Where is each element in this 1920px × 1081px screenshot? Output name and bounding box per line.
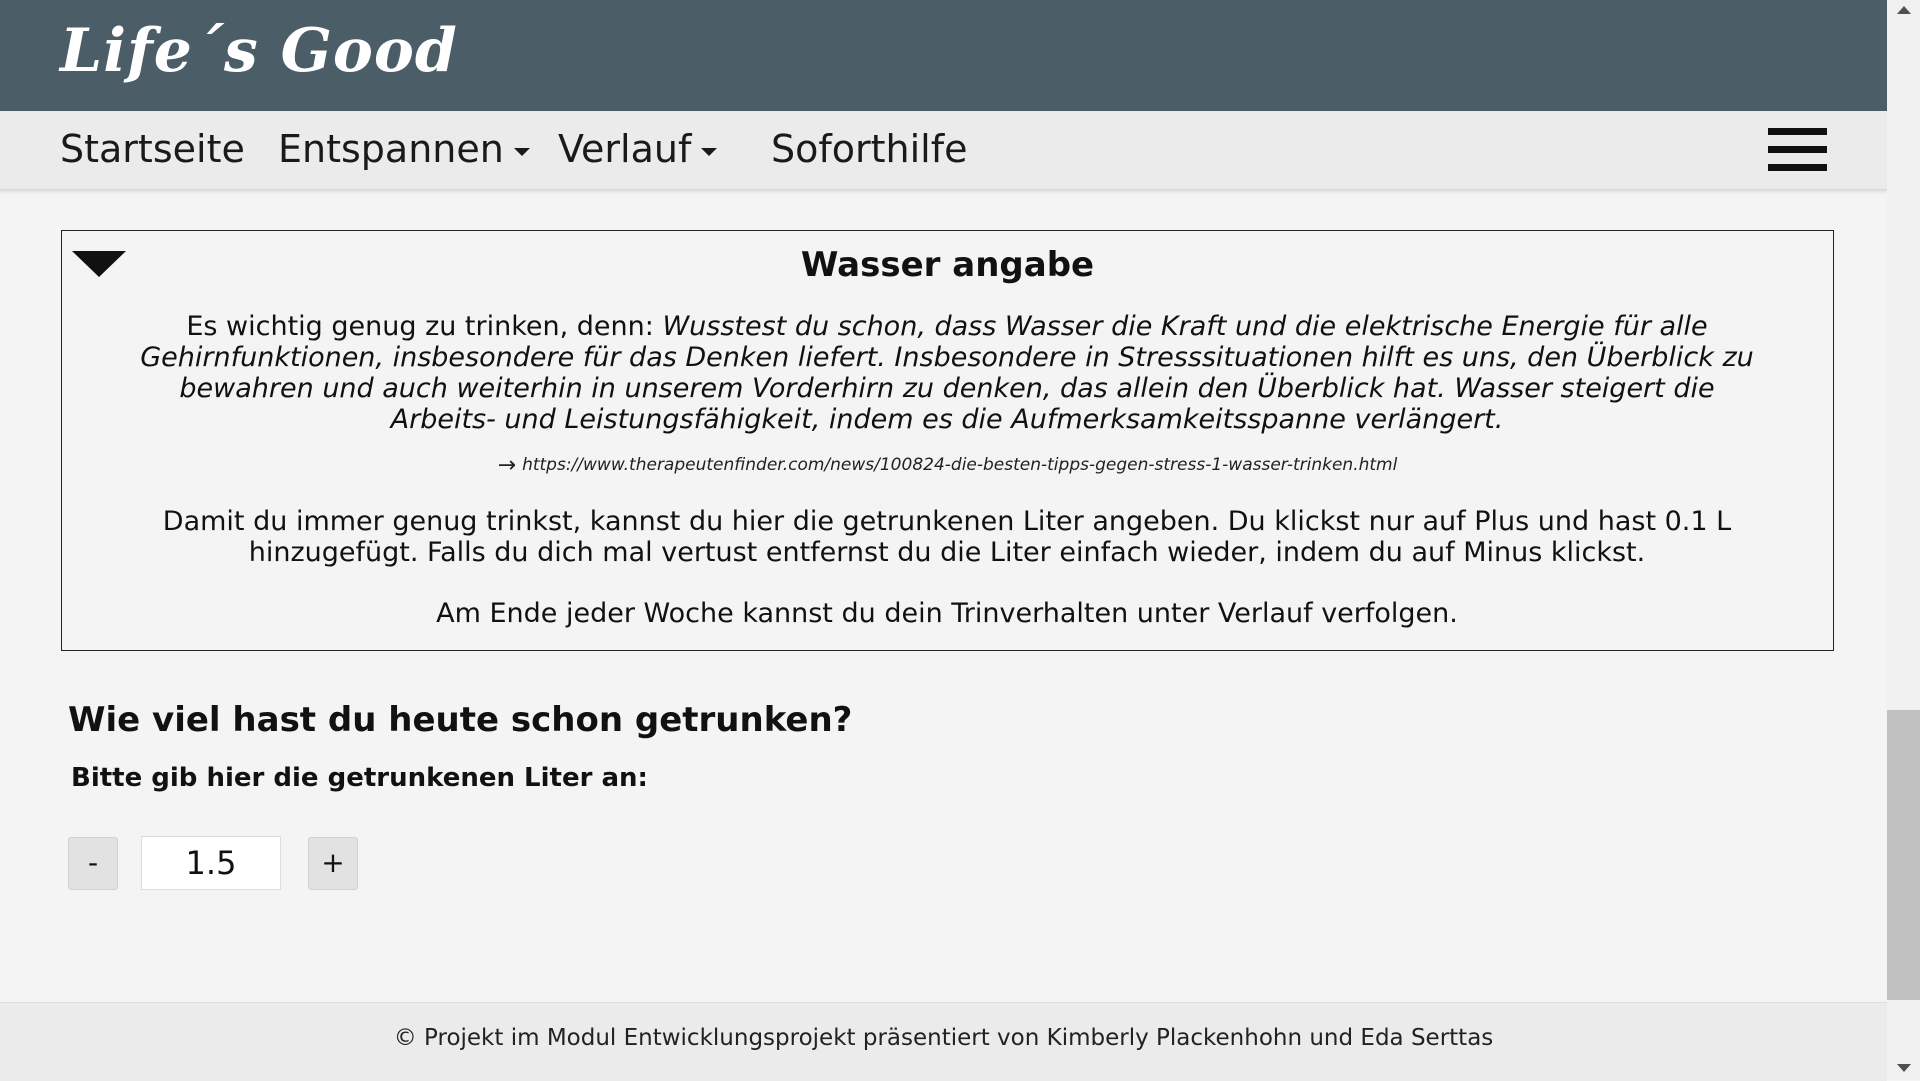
caret-down-icon xyxy=(701,147,718,156)
nav-item-label: Startseite xyxy=(60,127,245,171)
info-box-intro: Es wichtig genug zu trinken, denn: Wusst… xyxy=(132,311,1762,435)
vertical-scrollbar[interactable] xyxy=(1887,0,1920,1080)
info-box-paragraph: Damit du immer genug trinkst, kannst du … xyxy=(162,506,1732,568)
nav-item-startseite[interactable]: Startseite xyxy=(60,127,245,171)
nav-item-label: Entspannen xyxy=(278,127,504,171)
main-navigation: Startseite Entspannen Verlauf Soforthilf… xyxy=(0,111,1887,190)
info-box-paragraph-history: Am Ende jeder Woche kannst du dein Trinv… xyxy=(436,598,1458,629)
site-header: Life´s Good xyxy=(0,0,1887,111)
caret-down-icon xyxy=(513,147,530,156)
arrow-right-icon: → xyxy=(497,453,517,478)
plus-button[interactable]: + xyxy=(308,837,358,890)
scrollbar-thumb[interactable] xyxy=(1887,710,1920,1000)
footer-text: © Projekt im Modul Entwicklungsprojekt p… xyxy=(393,1025,1494,1051)
nav-item-soforthilfe[interactable]: Soforthilfe xyxy=(771,127,967,171)
intro-lead: Es wichtig genug zu trinken, denn: xyxy=(186,311,663,342)
scroll-up-icon[interactable] xyxy=(1897,6,1911,14)
page: Life´s Good Startseite Entspannen Verlau… xyxy=(0,0,1887,1081)
nav-item-entspannen[interactable]: Entspannen xyxy=(278,127,530,171)
nav-item-verlauf[interactable]: Verlauf xyxy=(558,127,718,171)
site-logo[interactable]: Life´s Good xyxy=(60,16,458,86)
source-reference: → https://www.therapeutenfinder.com/news/… xyxy=(62,453,1833,478)
liter-prompt: Bitte gib hier die getrunkenen Liter an: xyxy=(71,763,648,793)
nav-item-label: Soforthilfe xyxy=(771,127,968,171)
site-footer: © Projekt im Modul Entwicklungsprojekt p… xyxy=(0,1002,1887,1081)
source-link[interactable]: https://www.therapeutenfinder.com/news/1… xyxy=(522,455,1397,475)
info-box: Wasser angabe Es wichtig genug zu trinke… xyxy=(61,230,1834,651)
hamburger-icon[interactable] xyxy=(1768,128,1827,172)
nav-item-label: Verlauf xyxy=(558,127,692,171)
info-box-title: Wasser angabe xyxy=(800,245,1095,285)
minus-button[interactable]: - xyxy=(68,837,118,890)
scroll-down-icon[interactable] xyxy=(1897,1064,1911,1072)
liter-input[interactable] xyxy=(141,836,281,890)
question-heading: Wie viel hast du heute schon getrunken? xyxy=(68,700,853,740)
